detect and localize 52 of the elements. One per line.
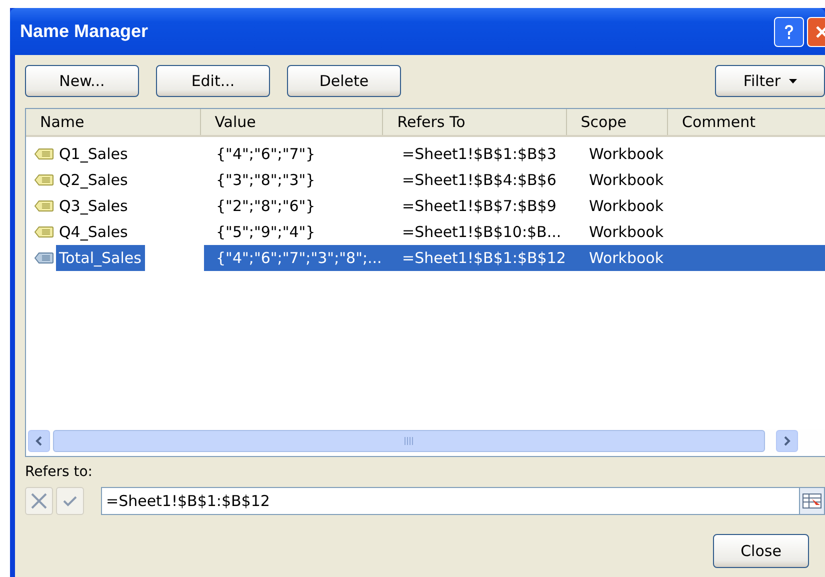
column-header[interactable]: Scope xyxy=(566,109,668,135)
value-cell: {"2";"8";"6"} xyxy=(216,197,316,215)
column-header[interactable]: Name xyxy=(26,109,201,135)
scope-cell: Workbook xyxy=(589,171,664,189)
name-cell[interactable]: Q1_Sales xyxy=(56,141,132,167)
window-title: Name Manager xyxy=(20,21,150,42)
scrollbar-thumb[interactable] xyxy=(53,430,765,452)
filter-button[interactable]: Filter xyxy=(715,65,825,97)
value-cell: {"4";"6";"7"} xyxy=(216,145,316,163)
toolbar-button[interactable]: Delete xyxy=(287,65,401,97)
scope-cell: Workbook xyxy=(589,197,664,215)
scroll-left-button[interactable] xyxy=(28,430,50,452)
refers-to-cell: =Sheet1!$B$7:$B$9 xyxy=(402,197,556,215)
collapse-dialog-button[interactable] xyxy=(799,487,825,515)
name-tag-icon xyxy=(34,200,54,212)
scroll-right-button[interactable] xyxy=(776,430,798,452)
scope-cell: Workbook xyxy=(589,145,664,163)
scope-cell: Workbook xyxy=(589,249,664,267)
refers-to-cell: =Sheet1!$B$1:$B$12 xyxy=(402,249,566,267)
checkmark-icon xyxy=(63,495,77,507)
scope-cell: Workbook xyxy=(589,223,664,241)
name-tag-icon xyxy=(34,148,54,160)
close-icon xyxy=(815,24,825,38)
name-tag-icon xyxy=(34,174,54,186)
caret-icon xyxy=(788,78,797,84)
value-cell: {"4";"6";"7";"3";"8";... xyxy=(216,249,382,267)
toolbar-button[interactable]: New... xyxy=(25,65,139,97)
refers-to-field[interactable]: =Sheet1!$B$1:$B$12 xyxy=(101,487,799,515)
column-header[interactable]: Comment xyxy=(668,109,825,135)
value-cell: {"3";"8";"3"} xyxy=(216,171,316,189)
grip-icon xyxy=(404,437,414,445)
confirm-button[interactable] xyxy=(56,487,84,515)
help-icon xyxy=(782,24,796,40)
name-tag-icon xyxy=(34,252,54,264)
value-cell: {"5";"9";"4"} xyxy=(216,223,316,241)
column-header[interactable]: Value xyxy=(200,109,384,135)
refers-to-cell: =Sheet1!$B$1:$B$3 xyxy=(402,145,556,163)
name-tag-icon xyxy=(34,226,54,238)
close-dialog-button[interactable]: Close xyxy=(713,534,809,568)
refers-to-cell: =Sheet1!$B$4:$B$6 xyxy=(402,171,556,189)
refers-to-label: Refers to: xyxy=(25,464,94,480)
cancel-button[interactable] xyxy=(25,487,53,515)
name-cell[interactable]: Q3_Sales xyxy=(56,193,132,219)
refers-to-cell: =Sheet1!$B$10:$B... xyxy=(402,223,562,241)
help-button[interactable] xyxy=(774,16,804,46)
name-cell[interactable]: Q2_Sales xyxy=(56,167,132,193)
cross-icon xyxy=(30,492,48,510)
toolbar-button[interactable]: Edit... xyxy=(156,65,270,97)
name-cell[interactable]: Q4_Sales xyxy=(56,219,132,245)
range-select-icon xyxy=(802,493,822,509)
name-cell[interactable]: Total_Sales xyxy=(56,245,146,271)
column-header[interactable]: Refers To xyxy=(383,109,567,135)
